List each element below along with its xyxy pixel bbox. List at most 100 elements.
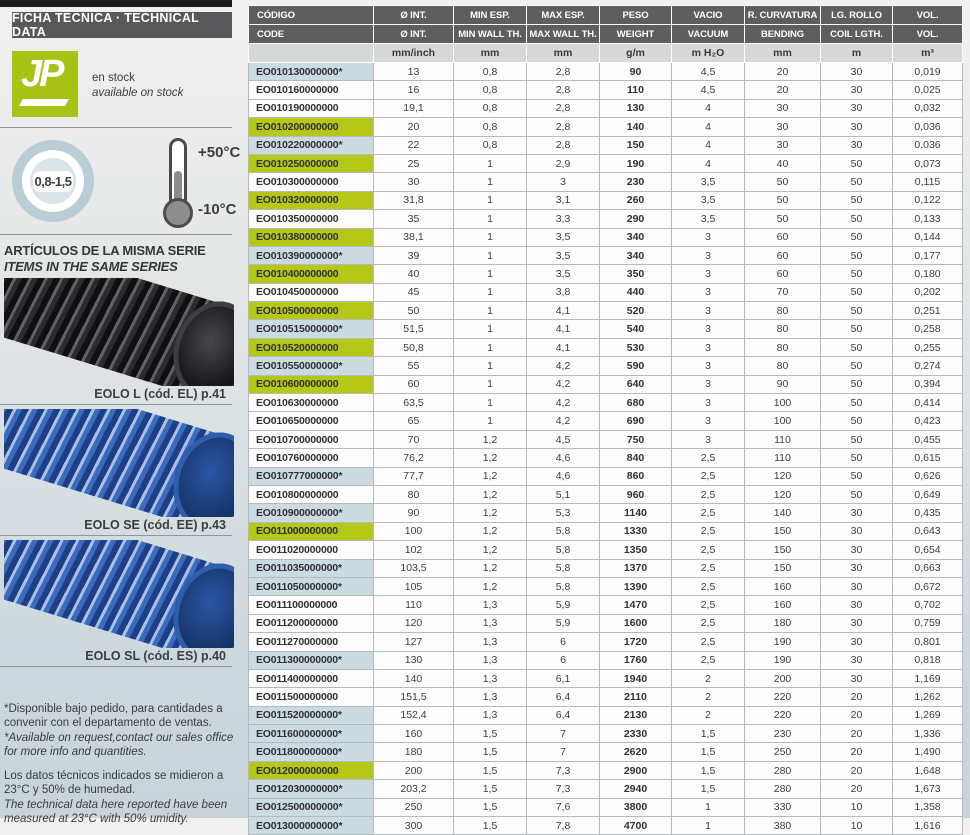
- value-cell: 6,4: [527, 688, 600, 706]
- value-cell: 16: [374, 81, 454, 99]
- value-cell: 2,8: [527, 118, 600, 136]
- value-cell: 2,8: [527, 81, 600, 99]
- value-cell: 1: [454, 265, 527, 283]
- value-cell: 3,1: [527, 191, 600, 209]
- table-row: EO0111000000001101,35,914702,5160300,702: [249, 596, 963, 614]
- stock-label-en: available on stock: [92, 86, 183, 101]
- value-cell: 1,2: [454, 541, 527, 559]
- product-code-cell: EO010650000000: [249, 412, 374, 430]
- value-cell: 3: [672, 394, 745, 412]
- product-code-cell: EO011400000000: [249, 669, 374, 687]
- value-cell: 4,6: [527, 467, 600, 485]
- value-cell: 50: [821, 357, 893, 375]
- value-cell: 1,3: [454, 669, 527, 687]
- table-row: EO0106000000006014,2640390500,394: [249, 375, 963, 393]
- value-cell: 150: [745, 559, 821, 577]
- value-cell: 50: [821, 302, 893, 320]
- value-cell: 30: [821, 596, 893, 614]
- product-code-cell: EO010800000000: [249, 485, 374, 503]
- product-code-cell: EO010515000000*: [249, 320, 374, 338]
- value-cell: 30: [745, 136, 821, 154]
- value-cell: 3: [672, 412, 745, 430]
- value-cell: 0,672: [893, 577, 963, 595]
- product-code-cell: EO010500000000: [249, 302, 374, 320]
- value-cell: 1,5: [454, 761, 527, 779]
- value-cell: 20: [821, 743, 893, 761]
- value-cell: 55: [374, 357, 454, 375]
- value-cell: 0,019: [893, 63, 963, 81]
- value-cell: 5,8: [527, 559, 600, 577]
- value-cell: 0,036: [893, 136, 963, 154]
- table-row: EO0106500000006514,26903100500,423: [249, 412, 963, 430]
- value-cell: 90: [745, 375, 821, 393]
- value-cell: 3: [672, 320, 745, 338]
- table-row: EO010550000000*5514,2590380500,274: [249, 357, 963, 375]
- value-cell: 1: [454, 191, 527, 209]
- value-cell: 5,1: [527, 485, 600, 503]
- value-cell: 3,5: [672, 210, 745, 228]
- value-cell: 3: [672, 246, 745, 264]
- value-cell: 2,8: [527, 99, 600, 117]
- column-header: R. CURVATURA: [745, 6, 821, 25]
- value-cell: 120: [374, 614, 454, 632]
- value-cell: 203,2: [374, 780, 454, 798]
- table-row: EO010200000000200,82,8140430300,036: [249, 118, 963, 136]
- value-cell: 260: [600, 191, 672, 209]
- value-cell: 380: [745, 817, 821, 835]
- value-cell: 1,648: [893, 761, 963, 779]
- value-cell: 640: [600, 375, 672, 393]
- table-row: EO01019000000019,10,82,8130430300,032: [249, 99, 963, 117]
- value-cell: 50: [745, 191, 821, 209]
- value-cell: 2,5: [672, 633, 745, 651]
- table-row: EO010160000000160,82,81104,520300,025: [249, 81, 963, 99]
- value-cell: 0,036: [893, 118, 963, 136]
- product-code-cell: EO011200000000: [249, 614, 374, 632]
- unit-header: m: [821, 44, 893, 63]
- value-cell: 690: [600, 412, 672, 430]
- product-code-cell: EO010550000000*: [249, 357, 374, 375]
- value-cell: 250: [374, 798, 454, 816]
- value-cell: 6,1: [527, 669, 600, 687]
- value-cell: 2,5: [672, 559, 745, 577]
- value-cell: 960: [600, 485, 672, 503]
- product-code-cell: EO011035000000*: [249, 559, 374, 577]
- product-code-cell: EO010350000000: [249, 210, 374, 228]
- value-cell: 5,9: [527, 614, 600, 632]
- value-cell: 151,5: [374, 688, 454, 706]
- value-cell: 2620: [600, 743, 672, 761]
- product-code-cell: EO010700000000: [249, 430, 374, 448]
- header-row-es: CÓDIGOØ INT.MIN ESP.MAX ESP.PESOVACIOR. …: [249, 6, 963, 25]
- product-code-cell: EO011800000000*: [249, 743, 374, 761]
- value-cell: 340: [600, 246, 672, 264]
- value-cell: 1,3: [454, 706, 527, 724]
- value-cell: 1: [454, 394, 527, 412]
- value-cell: 4,5: [527, 430, 600, 448]
- value-cell: 150: [745, 522, 821, 540]
- value-cell: 1: [454, 338, 527, 356]
- value-cell: 0,643: [893, 522, 963, 540]
- value-cell: 4: [672, 118, 745, 136]
- table-row: EO011035000000*103,51,25,813702,5150300,…: [249, 559, 963, 577]
- value-cell: 50: [821, 265, 893, 283]
- value-cell: 860: [600, 467, 672, 485]
- value-cell: 1330: [600, 522, 672, 540]
- value-cell: 50: [821, 283, 893, 301]
- value-cell: 0,202: [893, 283, 963, 301]
- value-cell: 30: [821, 99, 893, 117]
- value-cell: 0,133: [893, 210, 963, 228]
- value-cell: 0,759: [893, 614, 963, 632]
- product-code-cell: EO011020000000: [249, 541, 374, 559]
- value-cell: 63,5: [374, 394, 454, 412]
- value-cell: 102: [374, 541, 454, 559]
- value-cell: 1,5: [672, 780, 745, 798]
- value-cell: 1390: [600, 577, 672, 595]
- sidebar: FICHA TÈCNICA · TECHNICAL DATA JP en sto…: [0, 0, 248, 818]
- value-cell: 3: [527, 173, 600, 191]
- product-code-cell: EO010450000000: [249, 283, 374, 301]
- value-cell: 530: [600, 338, 672, 356]
- table-row: EO0112000000001201,35,916002,5180300,759: [249, 614, 963, 632]
- value-cell: 2,8: [527, 63, 600, 81]
- value-cell: 350: [600, 265, 672, 283]
- value-cell: 4,2: [527, 375, 600, 393]
- unit-header: mm: [527, 44, 600, 63]
